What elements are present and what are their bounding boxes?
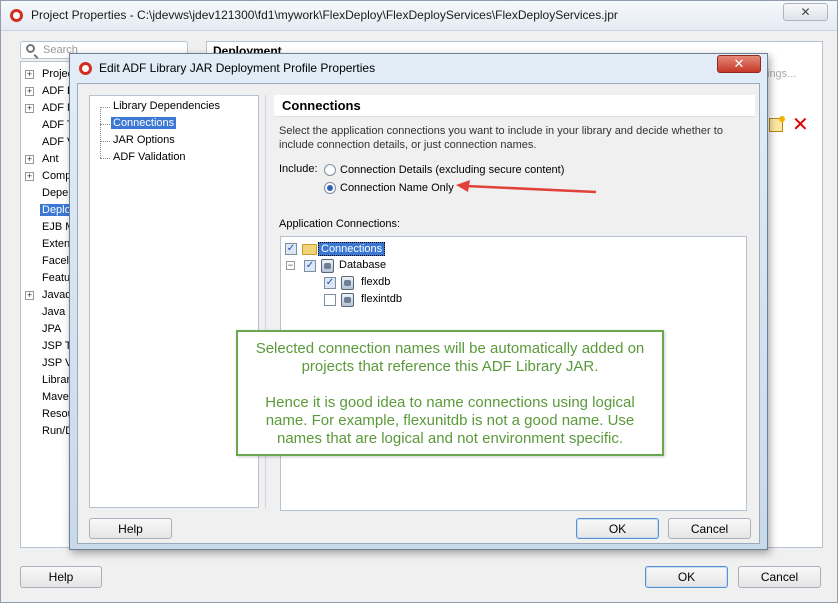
dialog-nav-tree: Library Dependencies Connections JAR Optio…	[89, 95, 259, 508]
tree-node-connections[interactable]: ✓ Connections	[281, 241, 481, 257]
flexdb-checkbox[interactable]: ✓	[324, 277, 336, 289]
outer-ok-button[interactable]: OK	[645, 566, 728, 588]
connections-checkbox[interactable]: ✓	[285, 243, 297, 255]
expand-icon[interactable]: +	[25, 70, 34, 79]
tree-node-flexintdb[interactable]: flexintdb	[281, 292, 481, 308]
search-icon	[26, 44, 35, 53]
collapse-icon[interactable]: −	[286, 261, 295, 270]
nav-item-adf-validation[interactable]: ADF Validation	[90, 150, 258, 167]
nav-item-library-dependencies[interactable]: Library Dependencies	[90, 99, 258, 116]
radio-label: Connection Name Only	[340, 182, 454, 194]
outer-close-button[interactable]: ✕	[783, 3, 828, 21]
nav-tree-connector	[100, 124, 110, 125]
outer-cancel-button[interactable]: Cancel	[738, 566, 821, 588]
new-profile-icon[interactable]	[769, 116, 785, 132]
page-title: Connections	[282, 98, 361, 113]
database-connection-icon	[341, 293, 354, 307]
expand-icon[interactable]: +	[25, 155, 34, 164]
outer-help-button[interactable]: Help	[20, 566, 102, 588]
include-label: Include:	[279, 163, 318, 175]
outer-window-title: Project Properties - C:\jdevws\jdev12130…	[31, 8, 618, 22]
nav-tree-connector	[100, 107, 110, 108]
nav-item-jar-options[interactable]: JAR Options	[90, 133, 258, 150]
dialog-body: Library Dependencies Connections JAR Optio…	[77, 83, 760, 544]
oracle-logo-icon	[10, 9, 23, 22]
outer-tree-label: Librar	[42, 374, 71, 386]
dialog-close-button[interactable]: ✕	[717, 55, 761, 73]
radio-label: Connection Details (excluding secure con…	[340, 164, 565, 176]
outer-tree-label: Exten	[42, 238, 71, 250]
connections-description: Select the application connections you w…	[279, 125, 723, 151]
dialog-cancel-button[interactable]: Cancel	[668, 518, 751, 539]
radio-button[interactable]	[324, 182, 336, 194]
edit-adf-library-jar-dialog: Edit ADF Library JAR Deployment Profile …	[69, 53, 768, 550]
arrow-shaft	[465, 184, 597, 194]
tree-node-flexdb[interactable]: ✓ flexdb	[281, 275, 481, 291]
connections-header: Connections	[274, 95, 755, 117]
expand-icon[interactable]: +	[25, 104, 34, 113]
folder-icon	[302, 244, 317, 255]
outer-tree-label: Featu	[42, 272, 71, 284]
nav-item-label: JAR Options	[113, 134, 175, 146]
callout-line-1: Selected connection names will be automa…	[255, 340, 645, 375]
nav-item-label: ADF Validation	[113, 151, 186, 163]
expand-icon[interactable]: +	[25, 87, 34, 96]
dialog-title: Edit ADF Library JAR Deployment Profile …	[99, 61, 376, 75]
tree-node-label: Database	[339, 259, 387, 271]
dialog-title-bar: Edit ADF Library JAR Deployment Profile …	[70, 54, 767, 82]
oracle-logo-icon	[79, 62, 92, 75]
nav-item-connections[interactable]: Connections	[90, 116, 258, 133]
arrow-head	[456, 180, 470, 192]
nav-item-label: Connections	[111, 117, 177, 129]
flexintdb-checkbox[interactable]	[324, 294, 336, 306]
expand-icon[interactable]: +	[25, 172, 34, 181]
nav-tree-connector	[100, 141, 110, 142]
outer-tree-label: Java	[42, 306, 66, 318]
application-connections-label: Application Connections:	[279, 218, 401, 230]
callout-note: Selected connection names will be automa…	[236, 330, 664, 456]
nav-item-label: Library Dependencies	[113, 100, 221, 112]
settings-button[interactable]: ings...	[767, 68, 821, 86]
callout-line-2: Hence it is good idea to name connection…	[265, 394, 635, 447]
tree-node-label: flexdb	[361, 276, 391, 288]
outer-tree-label: Deplo	[40, 204, 73, 216]
expand-icon[interactable]: +	[25, 291, 34, 300]
dialog-help-button[interactable]: Help	[89, 518, 172, 539]
tree-node-label: Connections	[318, 242, 386, 256]
database-checkbox[interactable]: ✓	[304, 260, 316, 272]
outer-title-bar: Project Properties - C:\jdevws\jdev12130…	[1, 1, 837, 31]
tree-node-label: flexintdb	[361, 293, 402, 305]
annotation-arrow	[456, 180, 597, 194]
outer-tree-label: Ant	[42, 153, 59, 165]
database-connection-icon	[341, 276, 354, 290]
outer-tree-label: JPA	[42, 323, 62, 335]
nav-tree-connector	[100, 158, 110, 159]
database-icon	[321, 259, 334, 273]
radio-button[interactable]	[324, 164, 336, 176]
dialog-ok-button[interactable]: OK	[576, 518, 659, 539]
delete-icon[interactable]: ✕	[792, 115, 809, 135]
tree-node-database[interactable]: − ✓ Database	[281, 258, 481, 274]
